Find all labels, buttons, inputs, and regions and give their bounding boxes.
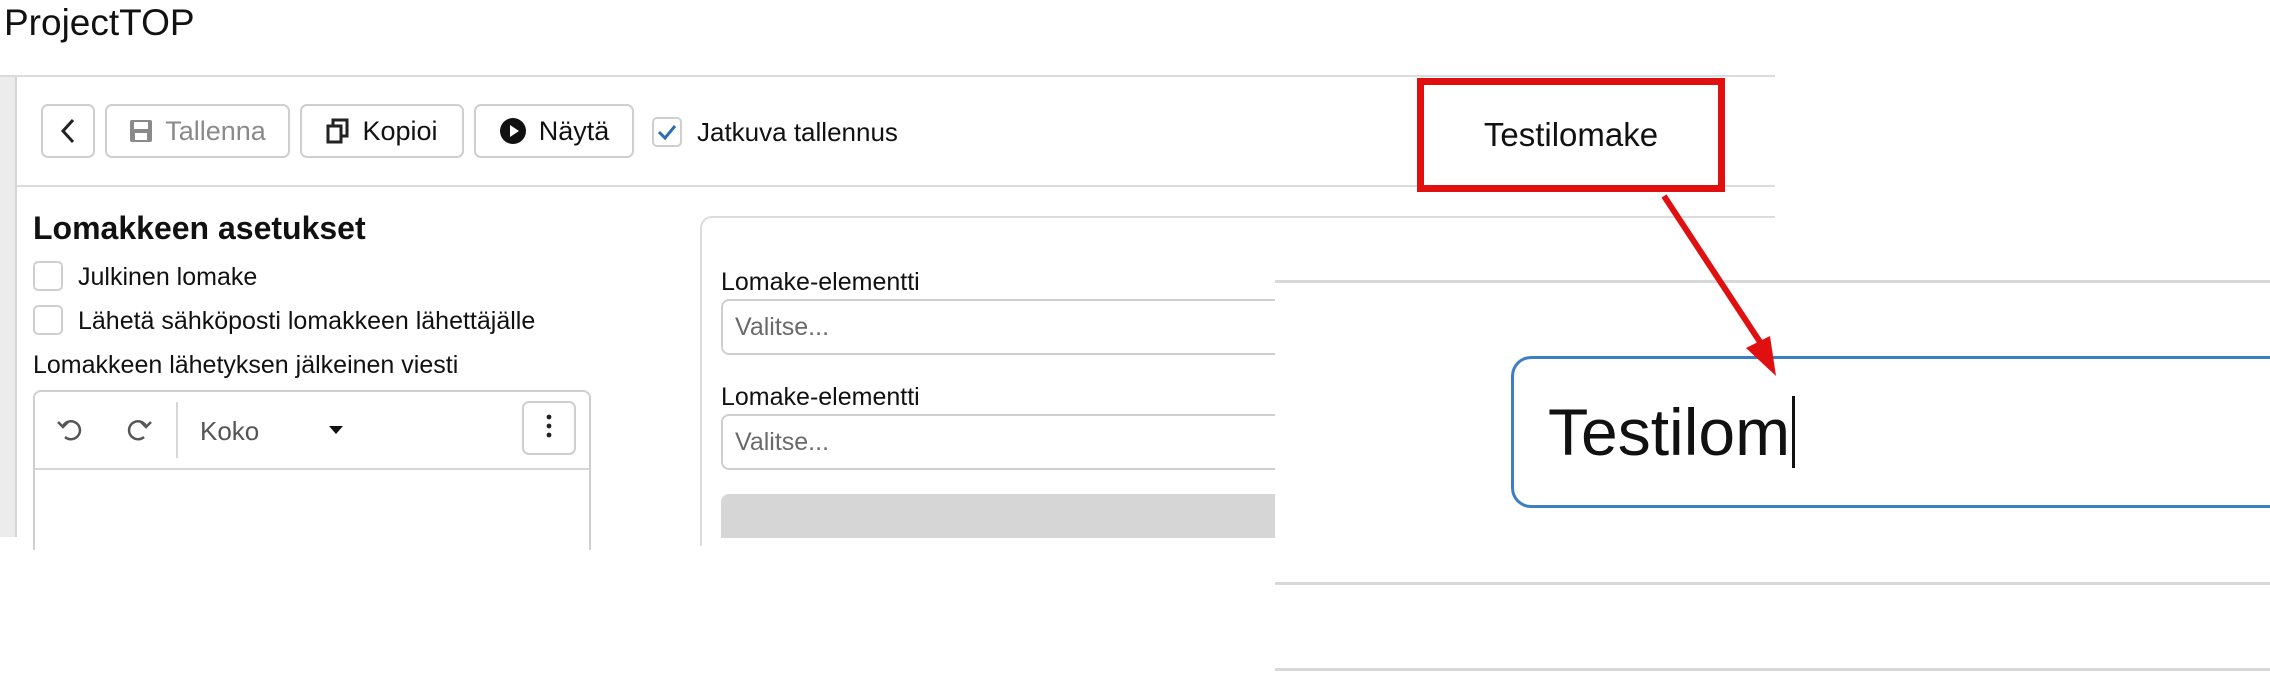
message-editor[interactable] (33, 390, 591, 550)
caret-down-icon[interactable] (328, 422, 344, 440)
save-icon (129, 119, 153, 143)
public-form-checkbox[interactable] (33, 261, 63, 291)
left-gutter-border (15, 77, 17, 537)
save-button[interactable]: Tallenna (105, 104, 290, 158)
editor-toolbar-divider (35, 468, 589, 470)
redo-icon[interactable] (122, 413, 154, 450)
post-submit-message-label: Lomakkeen lähetyksen jälkeinen viesti (33, 351, 459, 379)
form-element-label: Lomake-elementti (721, 268, 920, 296)
undo-icon[interactable] (55, 413, 87, 450)
autosave-checkbox[interactable] (652, 117, 682, 147)
show-button[interactable]: Näytä (474, 104, 634, 158)
play-circle-icon (499, 117, 527, 145)
copy-icon (326, 118, 350, 144)
zoomed-input-value: Testilom (1548, 395, 1791, 469)
header-divider (0, 75, 1775, 77)
editor-toolbar-separator (176, 402, 178, 458)
left-gutter (0, 77, 15, 537)
form-element-label: Lomake-elementti (721, 383, 920, 411)
chevron-left-icon (60, 118, 76, 144)
more-options-button[interactable] (522, 401, 576, 455)
public-form-label: Julkinen lomake (78, 263, 258, 291)
zoom-divider-middle (1275, 582, 2270, 585)
form-title-text[interactable]: Testilomake (1484, 116, 1658, 154)
text-cursor (1792, 396, 1796, 468)
add-element-bar[interactable] (721, 494, 1281, 538)
form-title-callout: Testilomake (1417, 78, 1725, 192)
autosave-label: Jatkuva tallennus (697, 117, 898, 147)
more-vertical-icon (546, 414, 552, 443)
send-email-checkbox[interactable] (33, 305, 63, 335)
form-element-select[interactable]: Valitse... (721, 414, 1281, 470)
send-email-label: Lähetä sähköposti lomakkeen lähettäjälle (78, 307, 536, 335)
copy-button[interactable]: Kopioi (300, 104, 464, 158)
zoomed-title-input[interactable]: Testilom (1511, 356, 2270, 508)
show-button-label: Näytä (538, 115, 610, 146)
settings-heading: Lomakkeen asetukset (33, 210, 366, 246)
callout-arrow (1661, 194, 1776, 376)
app-title: ProjectTOP (4, 2, 195, 43)
form-element-select[interactable]: Valitse... (721, 299, 1281, 355)
back-button[interactable] (41, 104, 95, 158)
size-select[interactable]: Koko (200, 416, 259, 447)
copy-button-label: Kopioi (362, 115, 438, 146)
zoom-divider-bottom (1275, 668, 2270, 671)
save-button-label: Tallenna (165, 115, 266, 146)
